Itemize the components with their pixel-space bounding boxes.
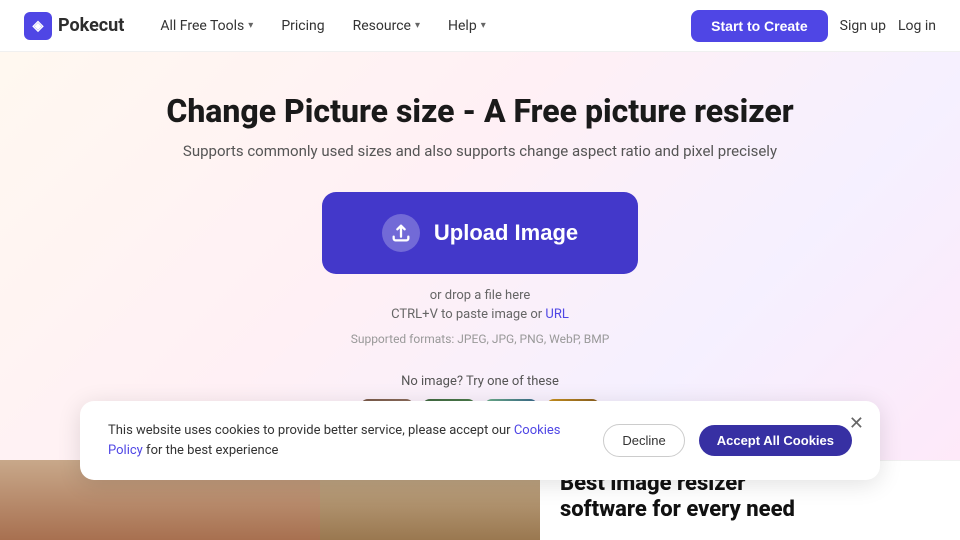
signup-link[interactable]: Sign up bbox=[840, 18, 886, 34]
chevron-down-icon: ▾ bbox=[481, 20, 486, 31]
chevron-down-icon: ▾ bbox=[248, 20, 253, 31]
upload-section: Upload Image or drop a file here CTRL+V … bbox=[0, 192, 960, 366]
logo[interactable]: ◈ Pokecut bbox=[24, 12, 124, 40]
nav-right: Start to Create Sign up Log in bbox=[691, 10, 936, 42]
upload-icon bbox=[382, 214, 420, 252]
nav-item-pricing[interactable]: Pricing bbox=[269, 12, 336, 40]
nav-item-help[interactable]: Help ▾ bbox=[436, 12, 498, 40]
navbar: ◈ Pokecut All Free Tools ▾ Pricing Resou… bbox=[0, 0, 960, 52]
drop-file-text: or drop a file here bbox=[430, 288, 531, 303]
decline-cookies-button[interactable]: Decline bbox=[603, 424, 684, 457]
accept-all-cookies-button[interactable]: Accept All Cookies bbox=[699, 425, 852, 456]
supported-formats-text: Supported formats: JPEG, JPG, PNG, WebP,… bbox=[351, 332, 610, 346]
hero-subtitle: Supports commonly used sizes and also su… bbox=[0, 142, 960, 160]
logo-icon: ◈ bbox=[24, 12, 52, 40]
sample-label: No image? Try one of these bbox=[0, 374, 960, 389]
upload-image-button[interactable]: Upload Image bbox=[322, 192, 638, 274]
nav-item-all-free-tools[interactable]: All Free Tools ▾ bbox=[148, 12, 265, 40]
page-title: Change Picture size - A Free picture res… bbox=[0, 92, 960, 130]
nav-item-resource[interactable]: Resource ▾ bbox=[341, 12, 432, 40]
login-link[interactable]: Log in bbox=[898, 18, 936, 34]
cookie-close-button[interactable]: ✕ bbox=[849, 413, 864, 434]
start-to-create-button[interactable]: Start to Create bbox=[691, 10, 827, 42]
cookie-message: This website uses cookies to provide bet… bbox=[108, 421, 589, 460]
paste-text: CTRL+V to paste image or URL bbox=[391, 307, 569, 322]
chevron-down-icon: ▾ bbox=[415, 20, 420, 31]
logo-text: Pokecut bbox=[58, 15, 124, 36]
cookie-banner: ✕ This website uses cookies to provide b… bbox=[80, 401, 880, 480]
nav-links: All Free Tools ▾ Pricing Resource ▾ Help… bbox=[148, 12, 691, 40]
url-link[interactable]: URL bbox=[545, 307, 568, 322]
